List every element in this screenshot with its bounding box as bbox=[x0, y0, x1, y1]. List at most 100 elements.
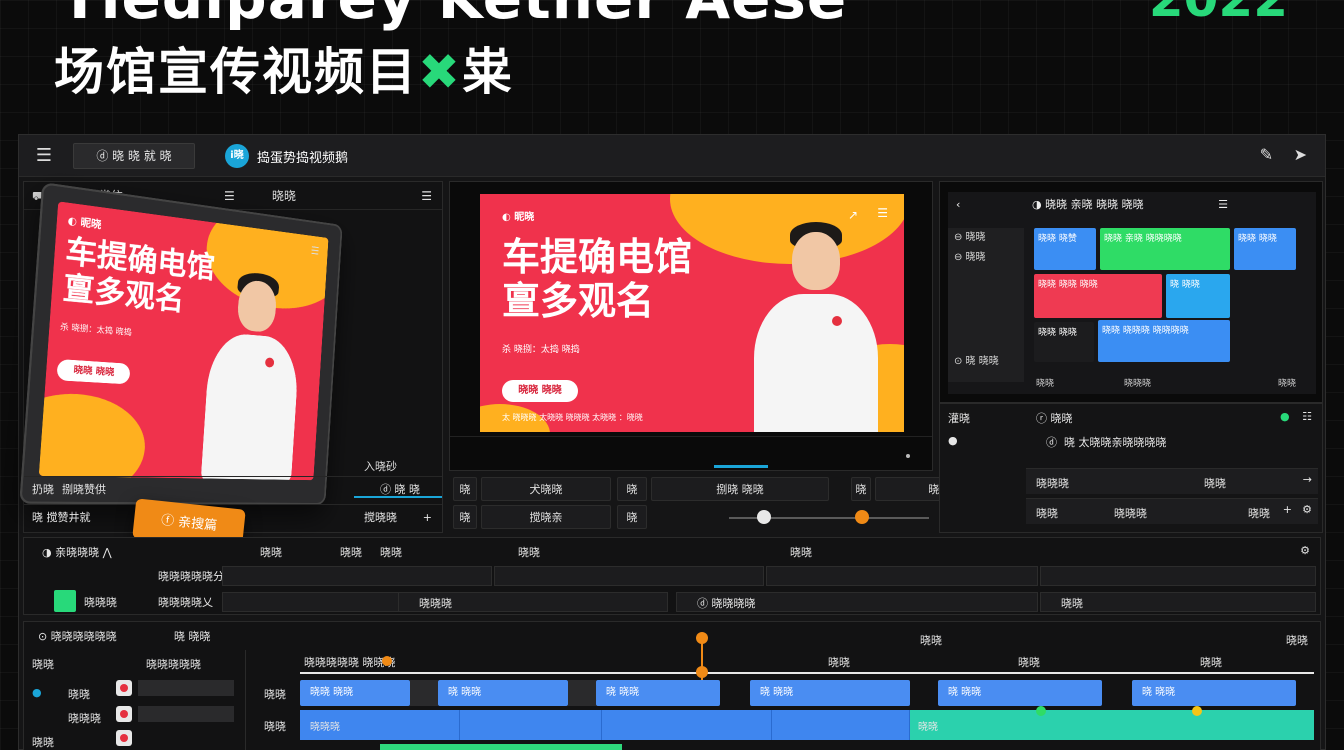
track-name: 晓晓 bbox=[68, 688, 90, 701]
control-field[interactable]: 犬晓晓 bbox=[481, 477, 611, 501]
timeline-ruler[interactable] bbox=[300, 672, 1314, 674]
toolbar-button[interactable]: ⓓ 晓 晓 就 晓 bbox=[73, 143, 195, 169]
track-segment[interactable]: 晓晓晓 bbox=[300, 710, 460, 740]
video-clip[interactable]: 晓 晓晓 bbox=[596, 680, 720, 706]
mini-sidebar-item[interactable]: ⊙ 晓 晓晓 bbox=[948, 352, 1024, 372]
keyframe-marker[interactable] bbox=[382, 656, 392, 666]
effect-clip[interactable] bbox=[380, 744, 622, 750]
row-action[interactable]: ⓓ 晓 晓 bbox=[380, 477, 420, 503]
strip-field[interactable] bbox=[494, 566, 764, 586]
dashboard-tile[interactable]: 晓晓 晓晓 bbox=[1234, 228, 1296, 270]
track-list: 晓晓 晓晓晓晓晓 ● 晓晓 晓晓晓 晓晓 bbox=[24, 650, 246, 750]
track-label: 晓晓 bbox=[264, 720, 286, 733]
track-chip[interactable] bbox=[116, 730, 132, 746]
dashboard-tile[interactable]: 晓 晓晓 bbox=[1166, 274, 1230, 318]
video-clip[interactable]: 晓 晓晓 bbox=[1132, 680, 1296, 706]
track-chip[interactable] bbox=[116, 706, 132, 722]
prop-status: ● bbox=[1280, 410, 1290, 423]
track-label: 晓晓 bbox=[264, 688, 286, 701]
menu-icon[interactable]: ☰ bbox=[421, 182, 432, 210]
keyframe-marker[interactable] bbox=[1036, 706, 1046, 716]
dashboard-tile[interactable]: 晓晓 晓晓 bbox=[1034, 322, 1094, 362]
banner-button[interactable]: 晓晓 晓晓 bbox=[502, 380, 578, 402]
track-segment[interactable] bbox=[602, 710, 772, 740]
banner-logo: ◐ 昵晓 bbox=[502, 212, 535, 223]
menu-icon[interactable]: ☰ bbox=[224, 182, 235, 210]
pencil-icon[interactable]: ✎ bbox=[1260, 145, 1273, 164]
footer-label: 晓晓晓 bbox=[1124, 379, 1152, 389]
add-icon[interactable]: + bbox=[1283, 503, 1292, 516]
strip-field[interactable] bbox=[766, 566, 1038, 586]
settings-icon[interactable]: ⚙ bbox=[1302, 503, 1312, 516]
mini-sidebar-item[interactable]: ⊖ 晓晓 bbox=[948, 228, 1024, 248]
left-panel-row[interactable]: 扔晓 捌晓赞供 ⓓ 晓 晓 bbox=[24, 476, 442, 502]
control-icon[interactable]: 晓 bbox=[453, 477, 477, 501]
chevron-left-icon[interactable]: ‹ bbox=[956, 192, 960, 218]
strip-field[interactable]: 晓晓晓 bbox=[398, 592, 668, 612]
settings-icon[interactable]: ⚙ bbox=[1300, 544, 1310, 557]
dashboard-tile[interactable]: 晓晓 亲晓 晓晓晓晓 bbox=[1100, 228, 1230, 270]
track-segment[interactable] bbox=[460, 710, 602, 740]
track-bar[interactable] bbox=[138, 680, 234, 696]
slider-start-knob[interactable] bbox=[757, 510, 771, 524]
dashboard-tile[interactable]: 晓晓 晓晓晓 晓晓晓晓 bbox=[1098, 320, 1230, 362]
track-chip[interactable] bbox=[116, 680, 132, 696]
audio-track-teal[interactable]: 晓晓 bbox=[910, 710, 1314, 740]
control-icon[interactable]: 晓 bbox=[617, 505, 647, 529]
track-segment[interactable] bbox=[772, 710, 910, 740]
playhead-knob[interactable] bbox=[696, 666, 708, 678]
menu-icon[interactable]: ☰ bbox=[1218, 192, 1228, 218]
track-list-head: 晓晓 bbox=[32, 658, 54, 671]
track-icon: ● bbox=[32, 686, 42, 699]
control-field[interactable]: 搅晓亲 bbox=[481, 505, 611, 529]
playhead-knob[interactable] bbox=[696, 632, 708, 644]
arrow-right-icon[interactable]: → bbox=[1303, 473, 1312, 486]
prop-row[interactable]: 晓晓晓 晓晓 → bbox=[1026, 468, 1318, 494]
slider-knob[interactable] bbox=[855, 510, 869, 524]
hero-title: 场馆宣传视频目✖粜 bbox=[54, 32, 514, 104]
prop-label: ⓡ 晓晓 bbox=[1036, 412, 1073, 425]
ruler-label: 晓晓 bbox=[1018, 656, 1040, 669]
control-row-2: 晓 搅晓亲 晓 bbox=[449, 505, 933, 531]
video-clip[interactable]: 晓晓 晓晓 bbox=[300, 680, 410, 706]
hamburger-icon[interactable]: ☰ bbox=[33, 146, 55, 166]
strip-field[interactable] bbox=[222, 566, 492, 586]
expand-icon[interactable]: ↗ bbox=[848, 208, 858, 222]
prop-label: 灌晓 bbox=[948, 412, 970, 425]
menu-icon[interactable]: ☰ bbox=[877, 206, 888, 220]
timeline-header-secondary: 晓 晓晓 bbox=[174, 630, 211, 643]
strip-column: 晓晓 bbox=[380, 546, 402, 559]
control-icon[interactable]: 晓 bbox=[617, 477, 647, 501]
share-icon[interactable]: ➤ bbox=[1294, 145, 1307, 164]
prop-row[interactable]: 晓晓 晓晓晓 晓晓 + ⚙ bbox=[1026, 498, 1318, 524]
preview-playbar[interactable] bbox=[450, 436, 932, 470]
color-swatch[interactable] bbox=[54, 590, 76, 612]
prop-row-value: 晓晓晓 bbox=[1114, 507, 1147, 520]
menu-icon[interactable]: ☰ bbox=[308, 241, 321, 261]
dashboard-tile[interactable]: 晓晓 晓晓 晓晓 bbox=[1034, 274, 1162, 318]
track-name: 晓晓 bbox=[32, 736, 54, 749]
mini-sidebar: ⊖ 晓晓 ⊖ 晓晓 ⊙ 晓 晓晓 bbox=[948, 228, 1024, 382]
preview-frame: ◐ 昵晓 车提确电馆 亶多观名 杀 晓捌：太捣 晓捣 晓晓 晓晓 太 晓晓晓 太… bbox=[480, 194, 904, 432]
strip-field[interactable]: ⓓ 晓晓晓晓 bbox=[676, 592, 1038, 612]
grid-icon[interactable]: ☷ bbox=[1302, 410, 1312, 423]
mini-sidebar-item[interactable]: ⊖ 晓晓 bbox=[948, 248, 1024, 268]
video-clip[interactable]: 晓 晓晓 bbox=[438, 680, 568, 706]
strip-column: 晓晓 bbox=[260, 546, 282, 559]
add-icon[interactable]: + bbox=[423, 505, 432, 531]
control-field[interactable]: 捌晓 晓晓 bbox=[651, 477, 829, 501]
play-position[interactable] bbox=[714, 465, 768, 468]
keyframe-marker[interactable] bbox=[1192, 706, 1202, 716]
banner-button[interactable]: 晓晓 晓晓 bbox=[56, 358, 131, 385]
track-bar[interactable] bbox=[138, 706, 234, 722]
prop-row-value: 晓晓 bbox=[1204, 477, 1226, 490]
editor-window: ☰ ⓓ 晓 晓 就 晓 i晓 捣蛋势捣视频鹅 ✎ ➤ ⛟ 势勞营所赏依 ☰ 晓晓… bbox=[18, 134, 1326, 750]
video-clip[interactable]: 晓 晓晓 bbox=[938, 680, 1102, 706]
hero-title-tail: 粜 bbox=[461, 43, 514, 101]
strip-field[interactable]: 晓晓 bbox=[1040, 592, 1316, 612]
control-icon[interactable]: 晓 bbox=[453, 505, 477, 529]
video-clip[interactable]: 晓 晓晓 bbox=[750, 680, 910, 706]
control-icon[interactable]: 晓 bbox=[851, 477, 871, 501]
strip-field[interactable] bbox=[1040, 566, 1316, 586]
dashboard-tile[interactable]: 晓晓 晓赞 bbox=[1034, 228, 1096, 270]
